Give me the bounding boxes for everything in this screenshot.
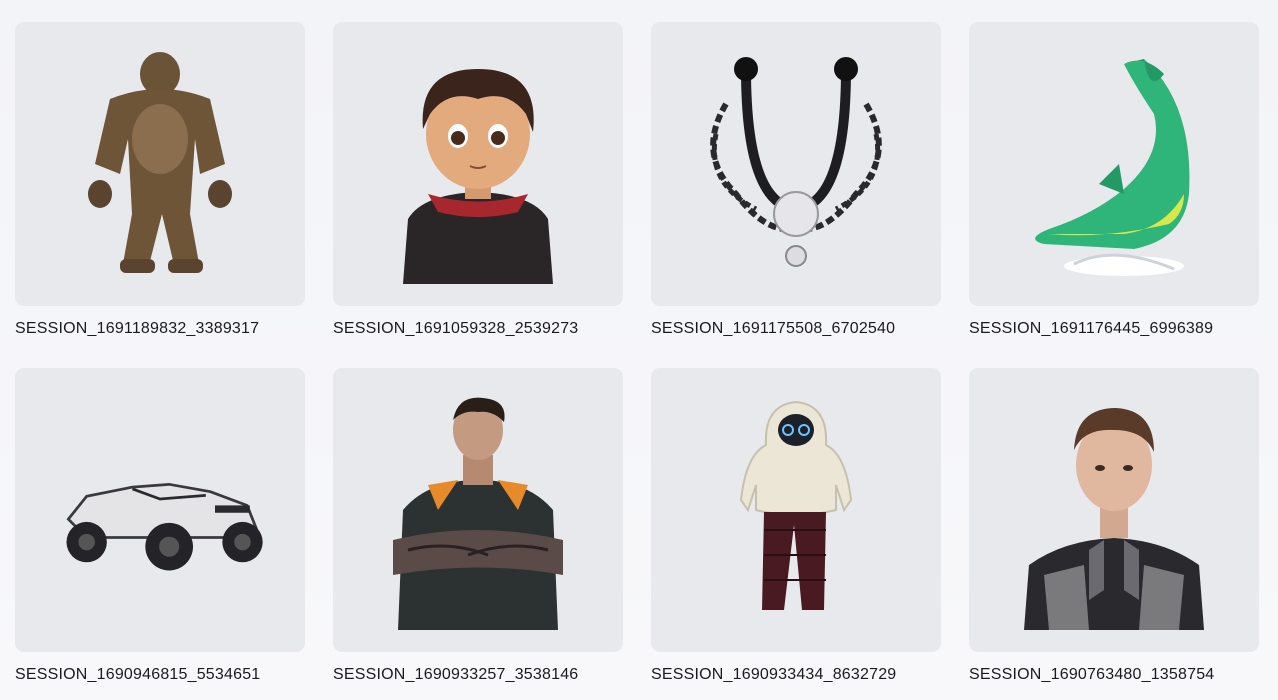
gallery-card[interactable]: SESSION_1691176445_6996389 — [969, 22, 1259, 348]
gallery-thumbnail[interactable] — [15, 368, 305, 652]
hooded-figure-icon — [739, 400, 853, 610]
septum-ring-jewelry-icon — [710, 57, 882, 267]
gallery-card[interactable]: SESSION_1690946815_5534651 — [15, 368, 305, 694]
gorilla-figure-icon — [88, 52, 232, 273]
gallery-thumbnail[interactable] — [333, 22, 623, 306]
session-label: SESSION_1690933434_8632729 — [651, 666, 897, 683]
session-label: SESSION_1691176445_6996389 — [969, 320, 1214, 337]
gallery-thumbnail[interactable] — [15, 22, 305, 306]
cartoon-boy-icon — [403, 69, 553, 284]
session-label: SESSION_1691175508_6702540 — [651, 320, 896, 337]
gallery-card[interactable]: SESSION_1691189832_3389317 — [15, 22, 305, 348]
gallery-thumbnail[interactable] — [969, 22, 1259, 306]
session-label: SESSION_1690946815_5534651 — [15, 666, 261, 683]
session-label: SESSION_1690933257_3538146 — [333, 666, 579, 683]
gallery-card[interactable]: SESSION_1690933434_8632729 — [651, 368, 941, 694]
gallery-thumbnail[interactable] — [651, 22, 941, 306]
gallery-thumbnail[interactable] — [651, 368, 941, 652]
gallery-card[interactable]: SESSION_1690933257_3538146 — [333, 368, 623, 694]
session-label: SESSION_1691059328_2539273 — [333, 320, 579, 337]
gallery-thumbnail[interactable] — [969, 368, 1259, 652]
gallery-card[interactable]: SESSION_1691175508_6702540 — [651, 22, 941, 348]
session-label: SESSION_1690763480_1358754 — [969, 666, 1215, 683]
robot-suit-person-icon — [1024, 408, 1204, 630]
gallery-card[interactable]: SESSION_1690763480_1358754 — [969, 368, 1259, 694]
image-gallery-grid: SESSION_1691189832_3389317 SESSION_16910… — [15, 22, 1259, 694]
off-road-vehicle-icon — [66, 482, 263, 571]
tattooed-man-icon — [393, 397, 563, 630]
session-label: SESSION_1691189832_3389317 — [15, 320, 260, 337]
gallery-thumbnail[interactable] — [333, 368, 623, 652]
dolphin-figure-icon — [1035, 59, 1190, 276]
gallery-card[interactable]: SESSION_1691059328_2539273 — [333, 22, 623, 348]
